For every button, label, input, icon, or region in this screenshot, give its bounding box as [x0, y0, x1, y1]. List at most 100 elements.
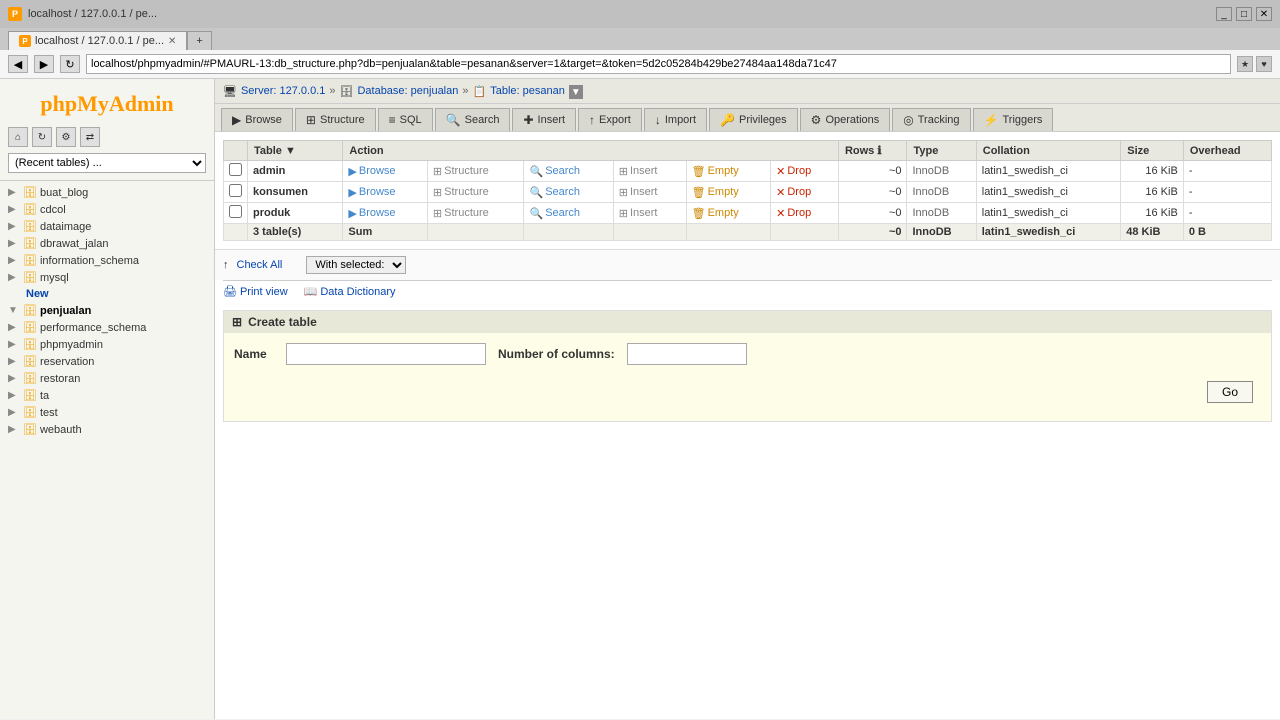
- settings-icon[interactable]: ⚙: [56, 127, 76, 147]
- sidebar-item-dbrawat_jalan[interactable]: ▶🗄dbrawat_jalan: [0, 235, 214, 252]
- table-name-link[interactable]: konsumen: [253, 186, 308, 198]
- breadcrumb-table[interactable]: Table: pesanan: [490, 85, 565, 97]
- action-empty-link[interactable]: 🗑Empty: [692, 207, 739, 220]
- expand-icon: ▶: [8, 221, 20, 232]
- check-all-button[interactable]: Check All: [237, 259, 283, 271]
- refresh-icon[interactable]: ↻: [32, 127, 52, 147]
- drop-label: Drop: [787, 207, 811, 219]
- nav-tab-search[interactable]: 🔍Search: [435, 108, 511, 131]
- empty-label: Empty: [708, 186, 739, 198]
- nav-tab-privileges[interactable]: 🔑Privileges: [709, 108, 798, 131]
- action-search-link[interactable]: 🔍Search: [529, 207, 580, 220]
- col-table[interactable]: Table ▼: [248, 141, 343, 161]
- row-checkbox[interactable]: [229, 163, 242, 176]
- new-tab-button[interactable]: +: [187, 31, 211, 50]
- action-drop-link[interactable]: ✕Drop: [776, 186, 811, 199]
- reload-button[interactable]: ↻: [60, 55, 80, 73]
- action-drop-link[interactable]: ✕Drop: [776, 165, 811, 178]
- action-structure-link[interactable]: ⊞Structure: [433, 186, 489, 199]
- table-name-link[interactable]: admin: [253, 165, 285, 177]
- nav-tab-structure[interactable]: ⊞Structure: [295, 108, 376, 131]
- empty-icon: 🗑: [692, 165, 706, 178]
- browse-label: Browse: [359, 207, 396, 219]
- action-structure-link[interactable]: ⊞Structure: [433, 207, 489, 220]
- sidebar-item-webauth[interactable]: ▶🗄webauth: [0, 421, 214, 438]
- db-name-label: performance_schema: [40, 322, 146, 334]
- sidebar-item-penjualan[interactable]: ▼🗄penjualan: [0, 302, 214, 319]
- action-structure-link[interactable]: ⊞Structure: [433, 165, 489, 178]
- sidebar-item-dataimage[interactable]: ▶🗄dataimage: [0, 218, 214, 235]
- action-empty-link[interactable]: 🗑Empty: [692, 186, 739, 199]
- go-button[interactable]: Go: [1207, 381, 1253, 403]
- structure-label: Structure: [444, 186, 489, 198]
- minimize-button[interactable]: _: [1216, 7, 1232, 21]
- sidebar-item-ta[interactable]: ▶🗄ta: [0, 387, 214, 404]
- nav-tab-operations[interactable]: ⚙Operations: [800, 108, 891, 131]
- table-name-input[interactable]: [286, 343, 486, 365]
- nav-tab-insert[interactable]: ✚Insert: [512, 108, 576, 131]
- nav-tab-browse[interactable]: ▶Browse: [221, 108, 293, 131]
- nav-tab-import[interactable]: ↓Import: [644, 108, 707, 131]
- columns-input[interactable]: [627, 343, 747, 365]
- bookmark-icon[interactable]: ♥: [1256, 56, 1272, 72]
- action-drop-link[interactable]: ✕Drop: [776, 207, 811, 220]
- action-insert-link[interactable]: ⊞Insert: [619, 165, 658, 178]
- browser-tab[interactable]: P localhost / 127.0.0.1 / pe... ✕: [8, 31, 187, 50]
- db-name-label: reservation: [40, 356, 94, 368]
- dict-icon: 📖: [304, 285, 318, 298]
- expand-icon: ▶: [8, 255, 20, 266]
- nav-tab-sql[interactable]: ≡SQL: [378, 108, 433, 131]
- columns-label: Number of columns:: [498, 347, 615, 361]
- forward-button[interactable]: ▶: [34, 55, 54, 73]
- breadcrumb-server[interactable]: Server: 127.0.0.1: [241, 85, 325, 97]
- table-name-link[interactable]: produk: [253, 207, 290, 219]
- action-empty-link[interactable]: 🗑Empty: [692, 165, 739, 178]
- sidebar-item-phpmyadmin[interactable]: ▶🗄phpmyadmin: [0, 336, 214, 353]
- db-icon: 🗄: [23, 271, 37, 284]
- star-icon[interactable]: ★: [1237, 56, 1253, 72]
- sidebar-item-New[interactable]: New: [0, 286, 214, 302]
- sidebar-item-information_schema[interactable]: ▶🗄information_schema: [0, 252, 214, 269]
- export-icon: ↑: [589, 113, 595, 127]
- row-checkbox[interactable]: [229, 205, 242, 218]
- sync-icon[interactable]: ⇄: [80, 127, 100, 147]
- sidebar-item-buat_blog[interactable]: ▶🗄buat_blog: [0, 184, 214, 201]
- sidebar-item-reservation[interactable]: ▶🗄reservation: [0, 353, 214, 370]
- favicon: P: [8, 7, 22, 21]
- create-table-icon: ⊞: [232, 315, 242, 329]
- sidebar-item-performance_schema[interactable]: ▶🗄performance_schema: [0, 319, 214, 336]
- db-icon: 🗄: [23, 237, 37, 250]
- sidebar-item-restoran[interactable]: ▶🗄restoran: [0, 370, 214, 387]
- nav-tab-export[interactable]: ↑ Export: [578, 108, 642, 131]
- action-search-link[interactable]: 🔍Search: [529, 165, 580, 178]
- action-insert-link[interactable]: ⊞Insert: [619, 207, 658, 220]
- nav-tab-tracking[interactable]: ◎Tracking: [892, 108, 970, 131]
- browse-icon: ▶: [348, 186, 356, 199]
- sidebar-item-test[interactable]: ▶🗄test: [0, 404, 214, 421]
- recent-tables-select[interactable]: (Recent tables) ...: [8, 153, 206, 173]
- home-icon[interactable]: ⌂: [8, 127, 28, 147]
- back-button[interactable]: ◀: [8, 55, 28, 73]
- nav-tab-triggers[interactable]: ⚡Triggers: [973, 108, 1054, 131]
- sidebar-item-mysql[interactable]: ▶🗄mysql: [0, 269, 214, 286]
- tab-close-icon[interactable]: ✕: [168, 36, 176, 47]
- action-browse-link[interactable]: ▶Browse: [348, 186, 395, 199]
- action-browse-link[interactable]: ▶Browse: [348, 165, 395, 178]
- breadcrumb-database[interactable]: Database: penjualan: [357, 85, 458, 97]
- nav-tab-label: Export: [599, 114, 631, 126]
- address-input[interactable]: [86, 54, 1231, 74]
- close-button[interactable]: ✕: [1256, 7, 1272, 21]
- sidebar-item-cdcol[interactable]: ▶🗄cdcol: [0, 201, 214, 218]
- table-overhead: -: [1183, 203, 1271, 224]
- collapse-button[interactable]: ▼: [569, 85, 583, 99]
- with-selected-select[interactable]: With selected:: [306, 256, 406, 274]
- action-insert-link[interactable]: ⊞Insert: [619, 186, 658, 199]
- action-browse-link[interactable]: ▶Browse: [348, 207, 395, 220]
- row-checkbox[interactable]: [229, 184, 242, 197]
- data-dictionary-link[interactable]: 📖 Data Dictionary: [304, 285, 396, 298]
- insert-label: Insert: [630, 165, 658, 177]
- col-rows[interactable]: Rows ℹ: [838, 141, 907, 161]
- maximize-button[interactable]: □: [1236, 7, 1252, 21]
- action-search-link[interactable]: 🔍Search: [529, 186, 580, 199]
- print-view-link[interactable]: 🖨 Print view: [223, 285, 288, 298]
